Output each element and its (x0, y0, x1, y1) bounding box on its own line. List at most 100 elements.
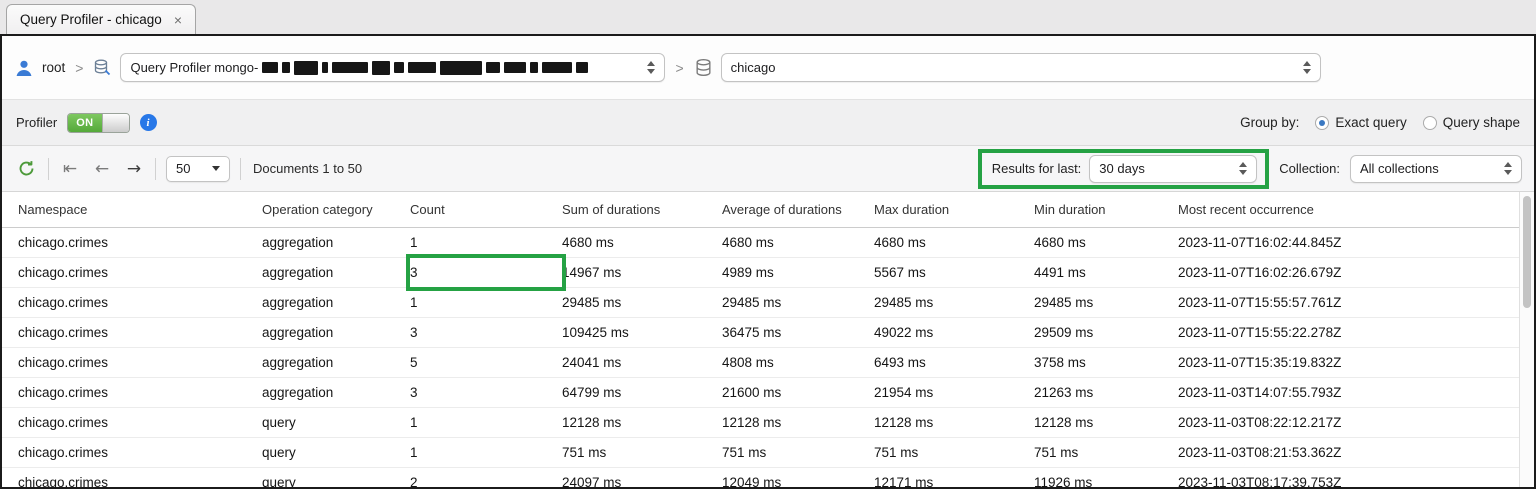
info-icon[interactable]: i (139, 114, 157, 131)
table-cell: query (262, 445, 296, 460)
chevron-down-icon (212, 166, 220, 171)
table-cell: 36475 ms (722, 325, 782, 340)
user-icon (14, 58, 34, 78)
table-cell: 6493 ms (874, 355, 926, 370)
refresh-icon[interactable] (14, 157, 38, 181)
table-cell: 2 (410, 475, 418, 487)
page-size-select[interactable]: 50 (166, 155, 230, 182)
radio-label: Exact query (1335, 115, 1407, 130)
table-cell: 751 ms (562, 445, 607, 460)
database-icon (694, 58, 713, 77)
next-page-icon[interactable]: → (123, 159, 145, 179)
table-cell: 29485 ms (722, 295, 782, 310)
toolbar-right-controls: Results for last: 30 days Collection: Al… (977, 148, 1522, 189)
table-cell: 4491 ms (1034, 265, 1086, 280)
table-row[interactable]: chicago.crimes query 1 751 ms 751 ms 751 ms 75… (2, 438, 1534, 468)
table-cell: chicago.crimes (18, 445, 109, 460)
column-header[interactable]: Count (410, 202, 562, 217)
table-cell: 4680 ms (1034, 235, 1086, 250)
table-cell: 109425 ms (562, 325, 629, 340)
radio-selected-icon[interactable] (1315, 115, 1330, 130)
table-cell: 29509 ms (1034, 325, 1094, 340)
connection-bar: root > Query Profiler mongo- > chicago (2, 36, 1534, 100)
profiler-connection-value: Query Profiler mongo- (130, 60, 259, 75)
collection-select[interactable]: All collections (1350, 154, 1522, 183)
radio-exact-query[interactable]: Exact query (1315, 115, 1407, 130)
column-header[interactable]: Namespace (2, 202, 262, 217)
query-profiler-window: Query Profiler - chicago × root > Query … (0, 0, 1536, 489)
table-cell: aggregation (262, 265, 334, 280)
radio-query-shape[interactable]: Query shape (1422, 115, 1520, 130)
tab-query-profiler[interactable]: Query Profiler - chicago × (6, 4, 196, 34)
table-cell: chicago.crimes (18, 295, 109, 310)
table-cell: 2023-11-07T15:55:57.761Z (1178, 295, 1342, 310)
table-cell: 751 ms (874, 445, 919, 460)
results-period-value: 30 days (1099, 161, 1145, 176)
table-cell: 2023-11-03T08:17:39.753Z (1178, 475, 1342, 487)
radio-unselected-icon[interactable] (1422, 115, 1437, 130)
table-cell: 751 ms (1034, 445, 1079, 460)
table-row[interactable]: chicago.crimes aggregation 3 14967 ms 4989 m… (2, 254, 1534, 291)
query-profiler-panel: root > Query Profiler mongo- > chicago P… (0, 34, 1536, 489)
group-by-label: Group by: (1240, 115, 1300, 130)
table-cell: 4989 ms (722, 265, 774, 280)
table-cell: 3758 ms (1034, 355, 1086, 370)
toggle-knob[interactable] (101, 113, 129, 132)
first-page-icon[interactable]: ⇤ (59, 159, 81, 179)
column-header[interactable]: Sum of durations (562, 202, 722, 217)
table-cell: 2023-11-03T08:22:12.217Z (1178, 415, 1342, 430)
table-cell: 5 (410, 355, 418, 370)
table-cell: 11926 ms (1034, 475, 1093, 487)
table-cell: 4680 ms (562, 235, 614, 250)
column-header[interactable]: Operation category (262, 202, 410, 217)
table-cell: 21600 ms (722, 385, 782, 400)
table-cell: 1 (410, 235, 418, 250)
table-body: chicago.crimes aggregation 1 4680 ms 4680 ms… (2, 228, 1534, 487)
profiler-connection-select[interactable]: Query Profiler mongo- (120, 53, 666, 82)
toolbar-divider (48, 157, 49, 180)
table-row[interactable]: chicago.crimes aggregation 5 24041 ms 4808 m… (2, 348, 1534, 378)
close-icon[interactable]: × (174, 13, 182, 27)
table-cell: chicago.crimes (18, 325, 109, 340)
column-header[interactable]: Max duration (874, 202, 1034, 217)
table-row[interactable]: chicago.crimes aggregation 3 109425 ms 36475… (2, 318, 1534, 348)
table-row[interactable]: chicago.crimes query 1 12128 ms 12128 ms 1212… (2, 408, 1534, 438)
profiler-toggle[interactable]: ON (67, 112, 130, 133)
table-cell: 2023-11-03T08:21:53.362Z (1178, 445, 1342, 460)
scrollbar[interactable] (1519, 192, 1534, 487)
table-cell: aggregation (262, 235, 334, 250)
table-header-row: Namespace Operation category Count Sum of d… (2, 192, 1534, 228)
table-cell: 3 (410, 325, 418, 340)
scrollbar-thumb[interactable] (1523, 196, 1531, 308)
column-header[interactable]: Most recent occurrence (1178, 202, 1534, 217)
chevron-updown-icon (639, 61, 656, 74)
table-row[interactable]: chicago.crimes query 2 24097 ms 12049 ms 1217… (2, 468, 1534, 487)
prev-page-icon[interactable]: ← (91, 159, 113, 179)
table-cell: 4680 ms (874, 235, 926, 250)
table-cell: 12171 ms (874, 475, 934, 487)
results-for-last-label: Results for last: (991, 161, 1082, 176)
profiler-toggle-bar: Profiler ON i Group by: Exact query Quer… (2, 100, 1534, 146)
table-cell: 12049 ms (722, 475, 782, 487)
profiler-table: Namespace Operation category Count Sum of d… (2, 192, 1534, 487)
table-row[interactable]: chicago.crimes aggregation 1 4680 ms 4680 ms… (2, 228, 1534, 258)
column-header[interactable]: Min duration (1034, 202, 1178, 217)
table-cell: chicago.crimes (18, 415, 109, 430)
user-name: root (42, 60, 66, 75)
table-cell: 29485 ms (874, 295, 934, 310)
table-cell: 4680 ms (722, 235, 774, 250)
table-row[interactable]: chicago.crimes aggregation 3 64799 ms 21600 … (2, 378, 1534, 408)
column-header[interactable]: Average of durations (722, 202, 874, 217)
table-cell: 3 (406, 254, 566, 291)
table-cell: 12128 ms (562, 415, 622, 430)
chevron-updown-icon (1496, 162, 1512, 175)
database-select[interactable]: chicago (720, 53, 1321, 82)
table-row[interactable]: chicago.crimes aggregation 1 29485 ms 29485 … (2, 288, 1534, 318)
table-cell: chicago.crimes (18, 385, 109, 400)
results-period-select[interactable]: 30 days (1089, 154, 1258, 183)
table-cell: chicago.crimes (18, 355, 109, 370)
table-cell: 29485 ms (1034, 295, 1094, 310)
table-cell: 4808 ms (722, 355, 774, 370)
table-cell: 21954 ms (874, 385, 934, 400)
database-value: chicago (730, 60, 776, 75)
